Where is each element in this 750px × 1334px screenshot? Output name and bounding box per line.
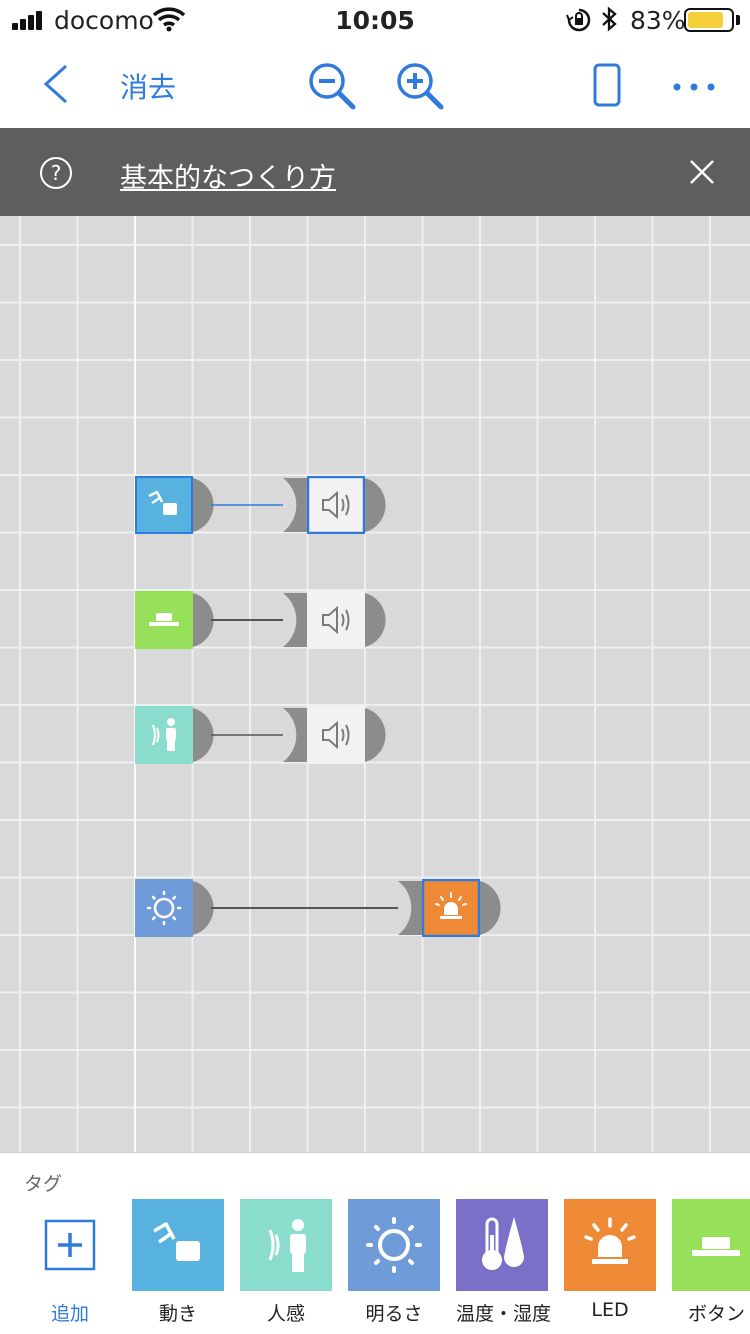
phone-icon — [593, 63, 621, 107]
basic-guide-link[interactable]: 基本的なつくり方 — [120, 156, 336, 195]
motion-label: 動き — [158, 1303, 197, 1325]
motion-icon — [132, 1199, 224, 1291]
led-label: LED — [591, 1299, 629, 1321]
human-sensor-icon — [240, 1199, 332, 1291]
temperature-humidity-label: 温度・湿度 — [456, 1303, 552, 1325]
led-icon — [564, 1199, 656, 1291]
bluetooth-icon — [600, 6, 618, 38]
palette-item-human-sensor[interactable]: 人感 — [240, 1199, 332, 1326]
rotation-lock-icon — [566, 7, 592, 39]
palette-item-motion[interactable]: 動き — [132, 1199, 224, 1326]
temperature-humidity-icon — [456, 1199, 548, 1291]
palette-item-button[interactable]: ボタン — [672, 1199, 750, 1326]
close-icon — [690, 160, 714, 184]
add-tag-button[interactable]: 追加 — [24, 1199, 116, 1326]
battery-icon — [684, 8, 734, 32]
close-button[interactable] — [688, 158, 716, 186]
sound-block[interactable] — [307, 591, 365, 649]
brightness-tag-block[interactable] — [135, 879, 193, 937]
erase-button[interactable]: 消去 — [120, 66, 176, 106]
button-label: ボタン — [688, 1303, 746, 1325]
sound-block-selected[interactable] — [306, 475, 366, 535]
button-tag-block[interactable] — [135, 591, 193, 649]
navigation-bar: 消去 — [0, 40, 750, 128]
zoom-in-icon — [397, 63, 444, 110]
palette-item-brightness[interactable]: 明るさ — [348, 1199, 440, 1326]
zoom-out-button[interactable] — [306, 60, 358, 112]
help-icon: ? — [40, 157, 72, 189]
palette-section-label: タグ — [24, 1173, 63, 1195]
tag-palette: タグ 追加 動き 人感 明るさ 温度・湿度 LED ボタン — [0, 1152, 750, 1334]
device-button[interactable] — [592, 62, 622, 108]
more-icon — [673, 83, 715, 91]
help-banner: ? 基本的なつくり方 — [0, 128, 750, 216]
recipe-canvas[interactable] — [0, 216, 750, 1152]
brightness-icon — [348, 1199, 440, 1291]
brightness-label: 明るさ — [365, 1303, 423, 1325]
sound-block[interactable] — [307, 706, 365, 764]
zoom-in-button[interactable] — [394, 60, 446, 112]
motion-tag-block[interactable] — [135, 476, 193, 534]
human-sensor-label: 人感 — [266, 1303, 305, 1325]
human-sensor-tag-block[interactable] — [135, 706, 193, 764]
button-icon — [672, 1199, 750, 1291]
plus-icon — [24, 1199, 116, 1291]
palette-item-temperature-humidity[interactable]: 温度・湿度 — [456, 1199, 552, 1326]
battery-percent: 83% — [630, 6, 686, 35]
zoom-out-icon — [309, 63, 356, 110]
back-button[interactable] — [36, 62, 76, 106]
status-bar: docomo 10:05 83% — [0, 0, 750, 40]
palette-item-led[interactable]: LED — [564, 1199, 656, 1321]
more-button[interactable] — [672, 78, 716, 91]
add-label: 追加 — [50, 1303, 89, 1325]
led-block-selected[interactable] — [421, 878, 481, 938]
